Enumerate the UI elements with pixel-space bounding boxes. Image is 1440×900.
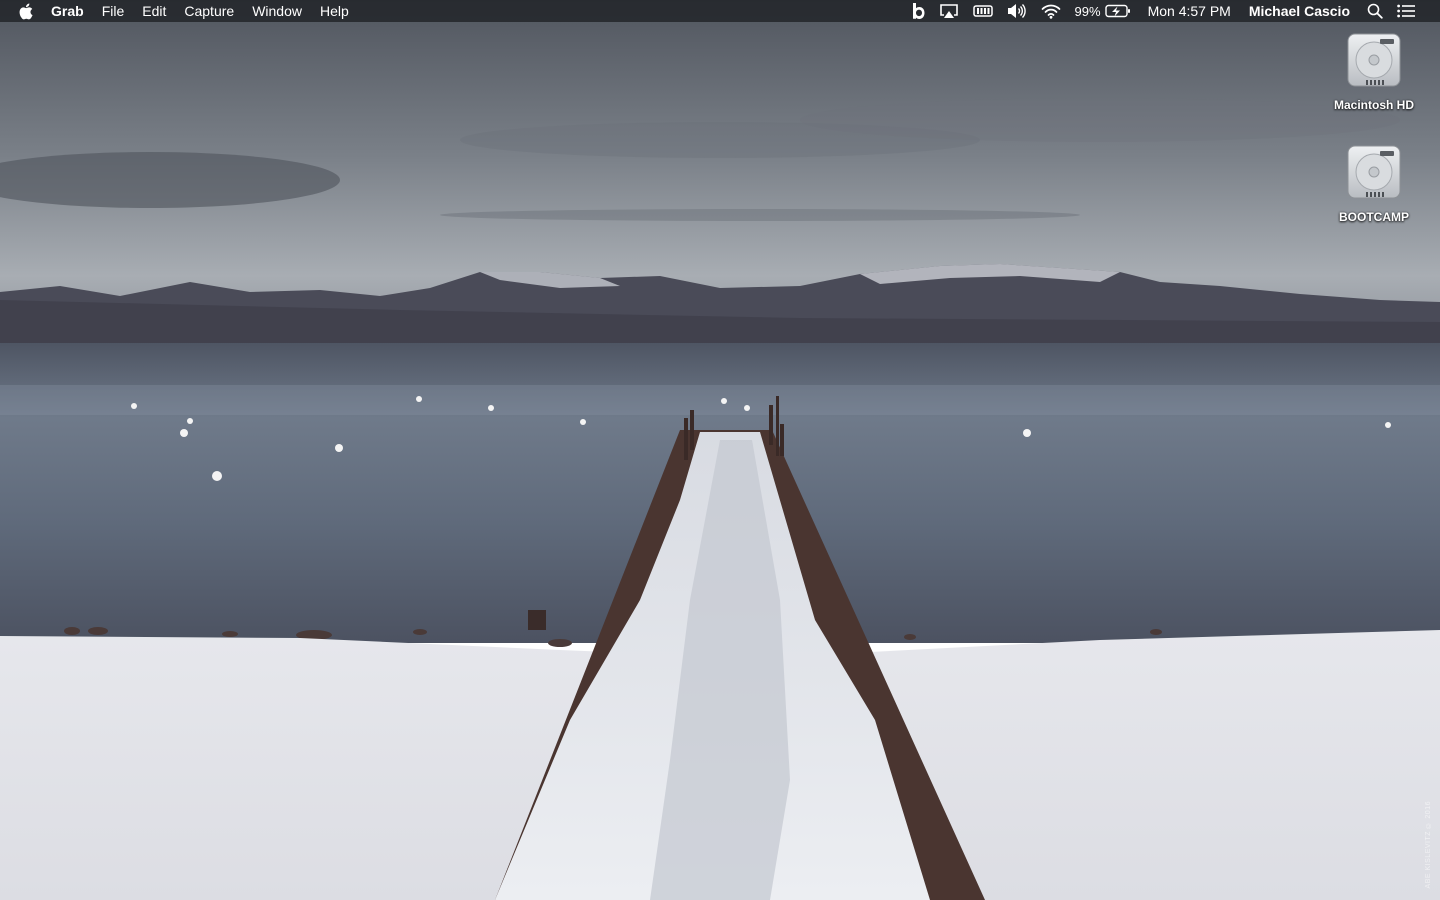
menu-bar: Grab File Edit Capture Window Help 99% M… [0, 0, 1440, 22]
desktop-icon-label: BOOTCAMP [1339, 210, 1409, 224]
desktop-icon-macintosh-hd[interactable]: Macintosh HD [1324, 30, 1424, 112]
hard-drive-icon [1347, 33, 1401, 87]
battery-menu-icon[interactable] [966, 0, 1000, 22]
menu-file[interactable]: File [93, 0, 134, 22]
hard-drive-icon [1347, 145, 1401, 199]
bold-b-icon[interactable] [905, 0, 932, 22]
menu-capture[interactable]: Capture [175, 0, 243, 22]
notification-center-icon[interactable] [1390, 0, 1422, 22]
volume-icon[interactable] [1000, 0, 1034, 22]
fast-user-switch[interactable]: Michael Cascio [1239, 0, 1360, 22]
menu-window[interactable]: Window [243, 0, 311, 22]
app-menu-grab[interactable]: Grab [35, 0, 93, 22]
wallpaper-watermark: ABE KISLEVITZ © 2016 [1425, 800, 1432, 888]
desktop: Grab File Edit Capture Window Help 99% M… [0, 0, 1440, 900]
battery-charging-icon[interactable] [1104, 0, 1138, 22]
desktop-wallpaper [0, 0, 1440, 900]
menu-bar-status: 99% Mon 4:57 PM Michael Cascio [905, 0, 1440, 22]
menu-edit[interactable]: Edit [133, 0, 175, 22]
menu-help[interactable]: Help [311, 0, 358, 22]
wifi-icon[interactable] [1034, 0, 1068, 22]
apple-menu-icon[interactable] [18, 0, 35, 22]
battery-percentage[interactable]: 99% [1068, 0, 1105, 22]
menu-bar-clock[interactable]: Mon 4:57 PM [1138, 0, 1239, 22]
menu-bar-left: Grab File Edit Capture Window Help [0, 0, 358, 22]
spotlight-icon[interactable] [1360, 0, 1390, 22]
desktop-icon-bootcamp[interactable]: BOOTCAMP [1324, 142, 1424, 224]
desktop-icon-label: Macintosh HD [1333, 98, 1414, 112]
airplay-icon[interactable] [932, 0, 966, 22]
